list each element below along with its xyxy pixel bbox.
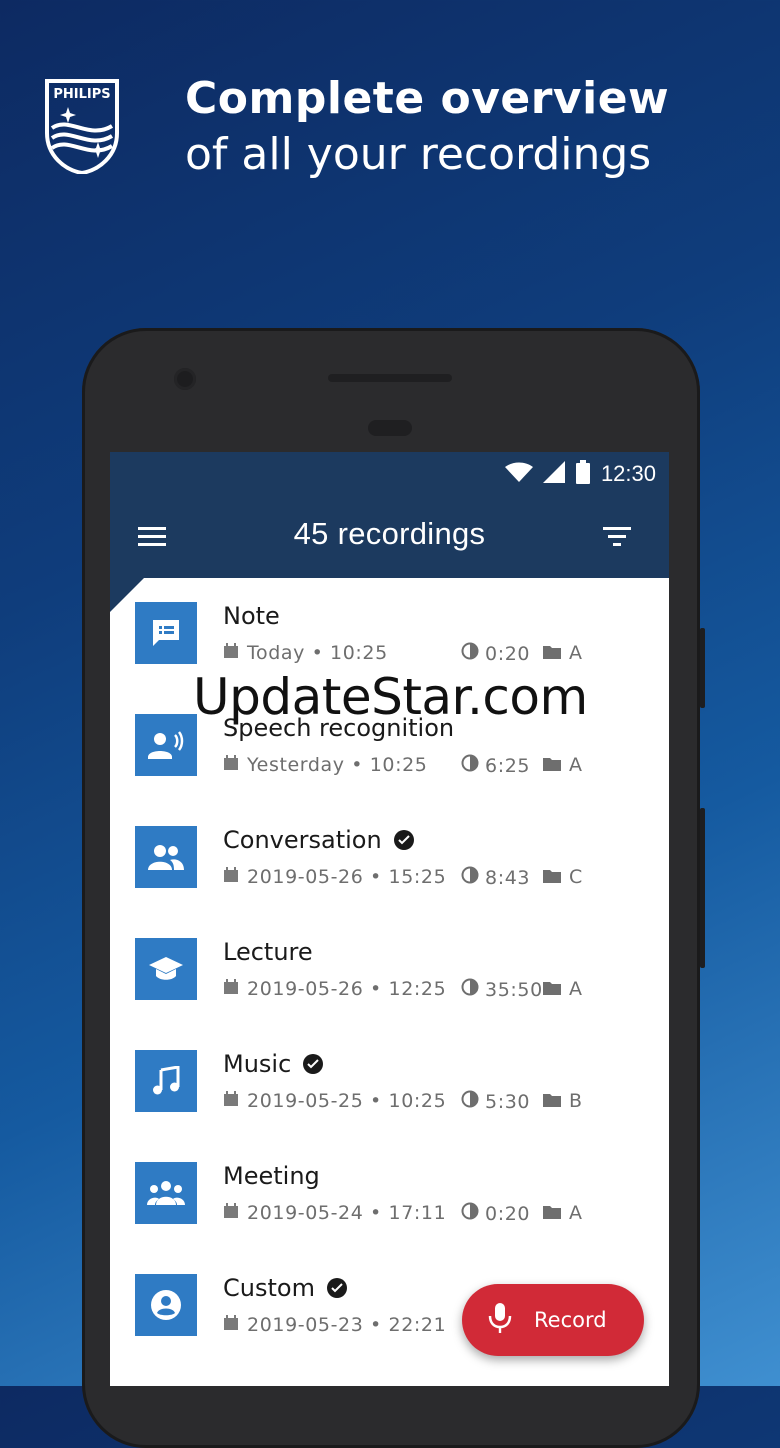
recording-duration: 6:25 — [485, 754, 531, 777]
recording-date: 2019-05-26 • 12:25 — [247, 978, 447, 1000]
app-bar: 45 recordings — [110, 496, 669, 578]
duration-icon — [461, 1090, 479, 1113]
duration-icon — [461, 642, 479, 665]
calendar-icon — [223, 1202, 239, 1224]
speech-recognition-icon — [135, 714, 197, 776]
recording-date: 2019-05-26 • 15:25 — [247, 866, 447, 888]
phone-side-button — [700, 628, 705, 708]
calendar-icon — [223, 1090, 239, 1112]
recording-item-music[interactable]: Music 2019-05-25 • 10:25 5:30 B — [110, 1026, 669, 1138]
recording-duration: 0:20 — [485, 642, 531, 665]
recording-item-conversation[interactable]: Conversation 2019-05-26 • 15:25 8:43 C — [110, 802, 669, 914]
recording-name: Custom — [223, 1274, 315, 1302]
filter-icon[interactable] — [601, 524, 633, 550]
headline-subtitle: of all your recordings — [185, 129, 652, 180]
calendar-icon — [223, 754, 239, 776]
recording-name: Conversation — [223, 826, 382, 854]
phone-sensor — [368, 420, 412, 436]
calendar-icon — [223, 1314, 239, 1336]
folder-icon — [543, 1090, 561, 1112]
recording-folder: A — [569, 978, 583, 1000]
recording-folder: A — [569, 754, 583, 776]
conversation-icon — [135, 826, 197, 888]
page-title: 45 recordings — [293, 516, 486, 551]
duration-icon — [461, 754, 479, 777]
recording-duration: 0:20 — [485, 1202, 531, 1225]
recording-duration: 8:43 — [485, 866, 531, 889]
folder-icon — [543, 754, 561, 776]
duration-icon — [461, 866, 479, 889]
duration-icon — [461, 978, 479, 1001]
cellular-signal-icon — [542, 461, 565, 487]
lecture-icon — [135, 938, 197, 1000]
philips-logo: PHILIPS — [44, 78, 120, 176]
recording-date: 2019-05-25 • 10:25 — [247, 1090, 447, 1112]
calendar-icon — [223, 642, 239, 664]
duration-icon — [461, 1202, 479, 1225]
app-screen: 12:30 45 recordings Note Today • 10:25 0… — [110, 452, 669, 1386]
recording-name: Music — [223, 1050, 292, 1078]
wifi-icon — [504, 462, 533, 486]
philips-logo-text: PHILIPS — [53, 87, 110, 102]
status-time: 12:30 — [600, 461, 656, 486]
recording-item-meeting[interactable]: Meeting 2019-05-24 • 17:11 0:20 A — [110, 1138, 669, 1250]
battery-icon — [575, 460, 591, 488]
verified-badge-icon — [303, 1054, 324, 1074]
calendar-icon — [223, 866, 239, 888]
meeting-icon — [135, 1162, 197, 1224]
folder-icon — [543, 642, 561, 664]
recording-item-lecture[interactable]: Lecture 2019-05-26 • 12:25 35:50 A — [110, 914, 669, 1026]
verified-badge-icon — [326, 1278, 347, 1298]
recording-duration: 5:30 — [485, 1090, 531, 1113]
status-bar: 12:30 — [110, 452, 669, 496]
recording-date: 2019-05-23 • 22:21 — [247, 1314, 447, 1336]
microphone-icon — [488, 1302, 512, 1339]
recording-name: Meeting — [223, 1162, 320, 1190]
recording-date: Yesterday • 10:25 — [247, 754, 428, 776]
recording-folder: C — [569, 866, 583, 888]
music-icon — [135, 1050, 197, 1112]
folder-icon — [543, 866, 561, 888]
verified-badge-icon — [393, 830, 414, 850]
calendar-icon — [223, 978, 239, 1000]
watermark-text: UpdateStar.com — [193, 668, 588, 726]
folder-icon — [543, 978, 561, 1000]
recording-name: Note — [223, 602, 280, 630]
recording-folder: B — [569, 1090, 583, 1112]
phone-speaker — [328, 374, 452, 382]
recording-folder: A — [569, 642, 583, 664]
folder-icon — [543, 1202, 561, 1224]
note-icon — [135, 602, 197, 664]
recording-folder: A — [569, 1202, 583, 1224]
headline-title: Complete overview — [185, 73, 670, 124]
phone-volume-button — [700, 808, 705, 968]
recording-date: Today • 10:25 — [247, 642, 388, 664]
record-button-label: Record — [534, 1308, 607, 1332]
recording-name: Lecture — [223, 938, 313, 966]
phone-camera — [174, 368, 196, 390]
headline: Complete overview of all your recordings — [185, 72, 669, 184]
record-button[interactable]: Record — [462, 1284, 644, 1356]
recording-duration: 35:50 — [485, 978, 543, 1001]
custom-icon — [135, 1274, 197, 1336]
recording-date: 2019-05-24 • 17:11 — [247, 1202, 447, 1224]
